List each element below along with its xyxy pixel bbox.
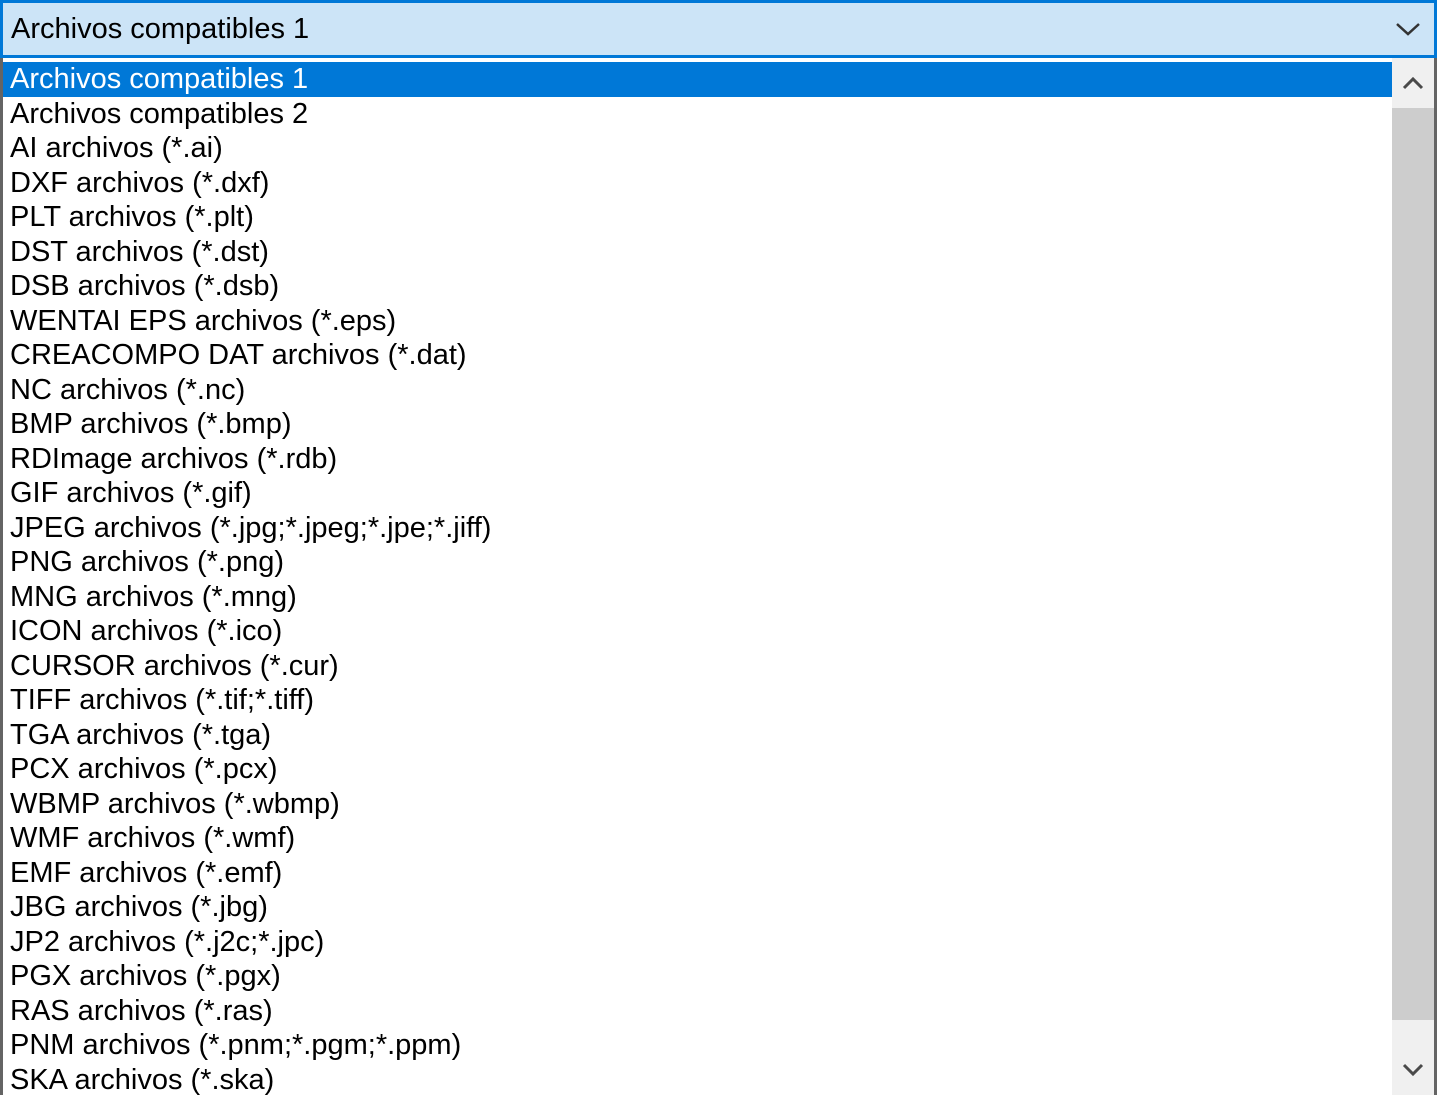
file-type-dropdown-list: Archivos compatibles 1 Archivos compatibl… <box>0 58 1437 1095</box>
scroll-thumb[interactable] <box>1392 108 1434 1020</box>
list-item[interactable]: ICON archivos (*.ico) <box>3 614 1393 649</box>
list-item[interactable]: WMF archivos (*.wmf) <box>3 821 1393 856</box>
list-item[interactable]: PNM archivos (*.pnm;*.pgm;*.ppm) <box>3 1028 1393 1063</box>
list-item[interactable]: DSB archivos (*.dsb) <box>3 269 1393 304</box>
list-item[interactable]: PLT archivos (*.plt) <box>3 200 1393 235</box>
scroll-down-button[interactable] <box>1392 1049 1434 1095</box>
list-item[interactable]: JBG archivos (*.jbg) <box>3 890 1393 925</box>
list-item[interactable]: TIFF archivos (*.tif;*.tiff) <box>3 683 1393 718</box>
chevron-up-icon <box>1402 76 1424 95</box>
list-item[interactable]: BMP archivos (*.bmp) <box>3 407 1393 442</box>
file-type-combobox[interactable]: Archivos compatibles 1 <box>0 0 1437 58</box>
combobox-selected-value: Archivos compatibles 1 <box>11 12 310 45</box>
list-item[interactable]: DXF archivos (*.dxf) <box>3 166 1393 201</box>
list-item[interactable]: MNG archivos (*.mng) <box>3 580 1393 615</box>
list-item[interactable]: WBMP archivos (*.wbmp) <box>3 787 1393 822</box>
list-item[interactable]: SKA archivos (*.ska) <box>3 1063 1393 1095</box>
scroll-up-button[interactable] <box>1392 62 1434 108</box>
list-item[interactable]: TGA archivos (*.tga) <box>3 718 1393 753</box>
list-item[interactable]: GIF archivos (*.gif) <box>3 476 1393 511</box>
list-item[interactable]: AI archivos (*.ai) <box>3 131 1393 166</box>
vertical-scrollbar[interactable] <box>1392 58 1434 1095</box>
list-item[interactable]: Archivos compatibles 2 <box>3 97 1393 132</box>
chevron-down-icon <box>1402 1063 1424 1082</box>
options-list: Archivos compatibles 1 Archivos compatibl… <box>3 62 1393 1095</box>
list-item[interactable]: JPEG archivos (*.jpg;*.jpeg;*.jpe;*.jiff… <box>3 511 1393 546</box>
list-item[interactable]: Archivos compatibles 1 <box>3 62 1393 97</box>
list-item[interactable]: CREACOMPO DAT archivos (*.dat) <box>3 338 1393 373</box>
list-item[interactable]: PNG archivos (*.png) <box>3 545 1393 580</box>
list-item[interactable]: WENTAI EPS archivos (*.eps) <box>3 304 1393 339</box>
list-item[interactable]: CURSOR archivos (*.cur) <box>3 649 1393 684</box>
list-item[interactable]: PGX archivos (*.pgx) <box>3 959 1393 994</box>
list-item[interactable]: JP2 archivos (*.j2c;*.jpc) <box>3 925 1393 960</box>
list-item[interactable]: RAS archivos (*.ras) <box>3 994 1393 1029</box>
chevron-down-icon[interactable] <box>1386 3 1430 55</box>
file-type-selector: Archivos compatibles 1 Archivos compatib… <box>0 0 1437 1095</box>
list-item[interactable]: RDImage archivos (*.rdb) <box>3 442 1393 477</box>
list-item[interactable]: DST archivos (*.dst) <box>3 235 1393 270</box>
list-item[interactable]: PCX archivos (*.pcx) <box>3 752 1393 787</box>
list-item[interactable]: EMF archivos (*.emf) <box>3 856 1393 891</box>
list-item[interactable]: NC archivos (*.nc) <box>3 373 1393 408</box>
